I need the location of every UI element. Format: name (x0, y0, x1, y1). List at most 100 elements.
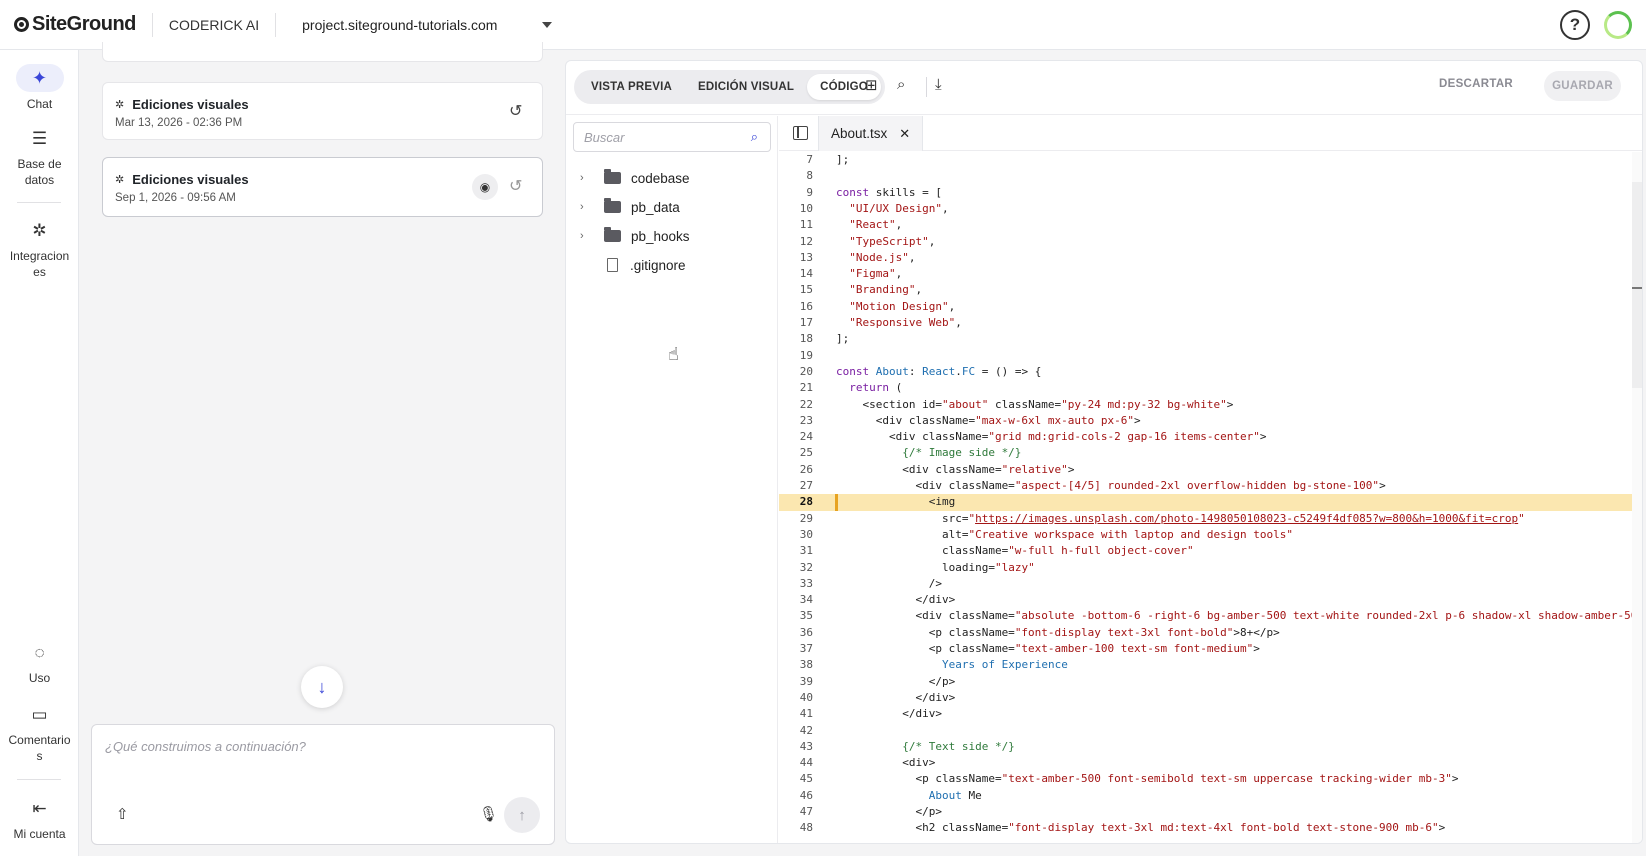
rail-item-account[interactable]: ⇤ Mi cuenta (0, 796, 79, 842)
add-file-icon[interactable]: ⊞ (865, 76, 878, 94)
send-button[interactable]: ↑ (504, 797, 540, 833)
code-line[interactable]: 38 Years of Experience (779, 657, 1642, 673)
history-card-title: Ediciones visuales (132, 172, 249, 187)
code-line[interactable]: 30 alt="Creative workspace with laptop a… (779, 527, 1642, 543)
code-line[interactable]: 44 <div> (779, 755, 1642, 771)
code-line[interactable]: 24 <div className="grid md:grid-cols-2 g… (779, 429, 1642, 445)
help-icon[interactable]: ? (1560, 9, 1590, 40)
code-line[interactable]: 47 </p> (779, 804, 1642, 820)
line-text: /> (836, 576, 942, 590)
search-icon[interactable]: ⌕ (897, 76, 905, 93)
tab-about-tsx[interactable]: About.tsx ✕ (818, 116, 924, 151)
scroll-down-button[interactable]: ↓ (301, 666, 343, 708)
restore-icon[interactable]: ↺ (509, 176, 522, 196)
restore-icon[interactable]: ↺ (509, 101, 522, 121)
line-number: 13 (799, 250, 813, 264)
code-line[interactable]: 29 src="https://images.unsplash.com/phot… (779, 511, 1642, 527)
history-card-selected[interactable]: ✲ Ediciones visuales Sep 1, 2026 - 09:56… (102, 157, 543, 217)
code-line[interactable]: 46 About Me (779, 788, 1642, 804)
line-number: 36 (799, 625, 813, 639)
chat-input[interactable] (105, 739, 535, 754)
line-number: 37 (799, 642, 813, 655)
code-line[interactable]: 33 /> (779, 576, 1642, 592)
tab-visual-edit[interactable]: EDICIÓN VISUAL (685, 74, 807, 100)
code-line[interactable]: 34 </div> (779, 592, 1642, 608)
rail-label: Chat (26, 97, 53, 111)
code-line[interactable]: 45 <p className="text-amber-500 font-sem… (779, 771, 1642, 787)
save-button[interactable]: GUARDAR (1544, 71, 1621, 101)
code-line[interactable]: 48 <h2 className="font-display text-3xl … (779, 820, 1642, 836)
tree-file[interactable]: .gitignore (580, 254, 686, 276)
code-line[interactable]: 26 <div className="relative"> (779, 462, 1642, 478)
line-text: "Responsive Web", (849, 316, 962, 329)
code-lines[interactable]: 7]; 8 9 const skills = [10 "UI/UX Design", 1… (779, 152, 1642, 843)
code-line[interactable]: 21 return ( (779, 380, 1642, 396)
rail-item-integrations[interactable]: ✲ Integraciones (0, 218, 79, 280)
code-line[interactable]: 20 const About: React.FC = () => { (779, 364, 1642, 380)
history-card[interactable]: ✲ Ediciones visuales Mar 13, 2026 - 02:3… (102, 82, 543, 140)
code-line[interactable]: 16 "Motion Design", (779, 299, 1642, 315)
tree-folder[interactable]: › pb_hooks (580, 225, 690, 247)
code-line[interactable]: 12 "TypeScript", (779, 234, 1642, 250)
code-line[interactable]: 42 (779, 723, 1642, 739)
code-line[interactable]: 31 className="w-full h-full object-cover… (779, 543, 1642, 559)
chevron-right-icon: › (580, 201, 584, 213)
microphone-icon[interactable]: 🎙 (479, 805, 498, 823)
tab-preview[interactable]: VISTA PREVIA (578, 74, 685, 100)
sidebar-toggle-icon[interactable] (793, 126, 808, 140)
code-line[interactable]: 37 <p className="text-amber-100 text-sm … (779, 641, 1642, 657)
line-text: <div className="relative"> (836, 462, 1075, 476)
close-icon[interactable]: ✕ (899, 126, 910, 142)
rail-item-database[interactable]: ☰ Base de datos (0, 126, 79, 188)
code-line[interactable]: 17 "Responsive Web", (779, 315, 1642, 331)
tree-folder[interactable]: › pb_data (580, 196, 680, 218)
line-number: 9 (806, 185, 813, 199)
project-name: project.siteground-tutorials.com (302, 16, 498, 33)
eye-icon[interactable]: ◉ (472, 174, 498, 200)
code-line[interactable]: 32 loading="lazy" (779, 560, 1642, 576)
line-text: "Node.js", (849, 250, 916, 264)
arrow-down-icon: ↓ (317, 676, 327, 697)
code-line[interactable]: 22 <section id="about" className="py-24 … (779, 397, 1642, 413)
line-text: return ( (849, 381, 903, 395)
code-line[interactable]: 40 </div> (779, 690, 1642, 706)
rail-item-usage[interactable]: ◌ Uso (0, 640, 79, 686)
code-line[interactable]: 14 "Figma", (779, 266, 1642, 282)
code-line[interactable]: 27 <div className="aspect-[4/5] rounded-… (779, 478, 1642, 494)
siteground-logo[interactable]: SiteGround (14, 13, 136, 36)
code-line[interactable]: 8 (779, 168, 1642, 184)
tree-folder[interactable]: › codebase (580, 167, 690, 189)
discard-button[interactable]: DESCARTAR (1439, 78, 1513, 90)
code-line[interactable]: 9 const skills = [ (779, 185, 1642, 201)
search-icon[interactable]: ⌕ (751, 129, 758, 145)
code-line[interactable]: 15 "Branding", (779, 282, 1642, 298)
history-card-partial[interactable] (102, 42, 543, 62)
code-line[interactable]: 11 "React", (779, 217, 1642, 233)
project-selector[interactable]: project.siteground-tutorials.com (302, 16, 553, 33)
code-line[interactable]: 18]; (779, 331, 1642, 347)
file-icon (607, 258, 618, 272)
code-line[interactable]: 19 (779, 348, 1642, 364)
line-number: 26 (799, 462, 813, 476)
line-text: ]; (836, 153, 850, 166)
code-line[interactable]: 7]; (779, 152, 1642, 168)
rail-item-feedback[interactable]: ▭ Comentarios (0, 702, 79, 764)
code-line[interactable]: 39 </p> (779, 674, 1642, 690)
scrollbar-thumb[interactable] (1632, 182, 1642, 388)
vertical-scrollbar[interactable] (1632, 152, 1642, 843)
code-line[interactable]: 25 {/* Image side */} (779, 445, 1642, 461)
code-line[interactable]: 43 {/* Text side */} (779, 739, 1642, 755)
file-search-input[interactable] (584, 130, 734, 145)
code-line[interactable]: 35 <div className="absolute -bottom-6 -r… (779, 608, 1642, 624)
code-line[interactable]: 36 <p className="font-display text-3xl f… (779, 625, 1642, 641)
code-line[interactable]: 10 "UI/UX Design", (779, 201, 1642, 217)
code-line[interactable]: 23 <div className="max-w-6xl mx-auto px-… (779, 413, 1642, 429)
rail-item-chat[interactable]: ✦ Chat (0, 64, 79, 112)
code-line[interactable]: 13 "Node.js", (779, 250, 1642, 266)
download-icon[interactable]: ⤓ (935, 76, 942, 93)
upload-icon[interactable]: ⇧ (116, 805, 129, 823)
line-text: "Branding", (849, 283, 923, 297)
code-line[interactable]: 28 <img (779, 494, 1642, 511)
line-text: <p className="text-amber-100 text-sm fon… (836, 642, 1260, 655)
code-line[interactable]: 41 </div> (779, 706, 1642, 722)
